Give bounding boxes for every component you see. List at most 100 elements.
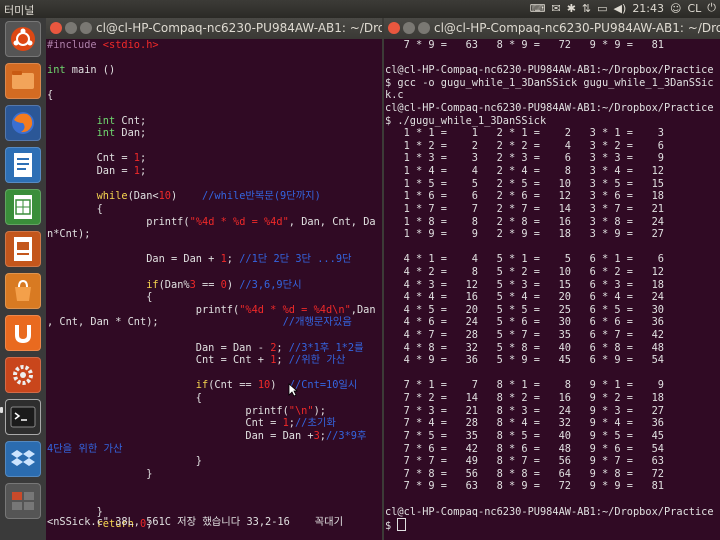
code-token: ) (171, 190, 203, 203)
code-token: Dan; (115, 127, 147, 140)
code-token: //위한 가산 (288, 354, 346, 367)
power-icon[interactable]: ⏻ (707, 1, 716, 15)
firefox-icon[interactable] (5, 105, 41, 141)
code-token: Cnt; (115, 114, 147, 127)
dropbox-icon[interactable] (5, 441, 41, 477)
volume-icon[interactable]: ◀) (614, 2, 627, 15)
code-token: //3,6,9단시 (239, 278, 302, 291)
battery-icon[interactable]: ▭ (597, 2, 607, 15)
window-titlebar[interactable]: cl@cl-HP-Compaq-nc6230-PU984AW-AB1: ~/Dr… (46, 18, 382, 39)
code-line: Cnt = 1;//초기화 (47, 417, 381, 430)
code-line: n*Cnt); (47, 228, 381, 241)
editor-terminal-window[interactable]: cl@cl-HP-Compaq-nc6230-PU984AW-AB1: ~/Dr… (46, 18, 382, 540)
output-line: $ ./gugu_while_1_3DanSSick (385, 114, 547, 127)
text-cursor (397, 518, 407, 532)
window-title: cl@cl-HP-Compaq-nc6230-PU984AW-AB1: ~/Dr… (96, 21, 382, 35)
code-token: ; (226, 253, 240, 266)
mouse-pointer-icon (288, 383, 298, 397)
minimize-button[interactable] (403, 22, 415, 34)
code-token: "%4d * %d = %4d\n" (239, 303, 351, 316)
code-token: { (47, 291, 153, 304)
output-line: 1 * 1 = 1 2 * 1 = 2 3 * 1 = 3 (385, 127, 664, 140)
code-token: //1단 2단 3단 ...9단 (239, 253, 352, 266)
code-token: ) (226, 278, 240, 291)
code-token: { (47, 89, 54, 102)
output-terminal-window[interactable]: cl@cl-HP-Compaq-nc6230-PU984AW-AB1: ~/Dr… (384, 18, 720, 540)
code-line: Dan = 1; (47, 165, 381, 178)
code-line: } (47, 455, 381, 468)
code-token: "%4d * %d = %4d" (189, 215, 289, 228)
output-line: 4 * 4 = 16 5 * 4 = 20 6 * 4 = 24 (385, 291, 664, 304)
indicator-tray: ⌨ ✉ ✱ ⇅ ▭ ◀) 21:43 ☺ CL ⏻ (530, 1, 716, 15)
code-editor[interactable]: #include <stdio.h> int main (){ int Cnt; … (46, 39, 382, 531)
code-token: while (96, 190, 128, 203)
code-line: } (47, 468, 381, 481)
code-line: printf("%4d * %d = %4d", Dan, Cnt, Da (47, 216, 381, 229)
maximize-button[interactable] (418, 22, 430, 34)
code-token: 4단을 위한 가산 (47, 442, 123, 455)
minimize-button[interactable] (65, 22, 77, 34)
ubuntu-one-icon[interactable] (5, 315, 41, 351)
output-line: 7 * 2 = 14 8 * 2 = 16 9 * 2 = 18 (385, 392, 664, 405)
code-token: int (96, 127, 116, 140)
keyboard-icon[interactable]: ⌨ (530, 2, 546, 15)
window-titlebar[interactable]: cl@cl-HP-Compaq-nc6230-PU984AW-AB1: ~/Dr… (384, 18, 720, 39)
code-token: Cnt = (47, 152, 134, 165)
impress-icon[interactable] (5, 231, 41, 267)
code-token: int (47, 64, 66, 77)
code-token: //Cnt=10일시 (288, 379, 358, 392)
code-line: { (47, 203, 381, 216)
user-icon[interactable]: ☺ (670, 2, 681, 15)
terminal-output[interactable]: 7 * 9 = 63 8 * 9 = 72 9 * 9 = 81 cl@cl-HP… (384, 39, 720, 532)
writer-icon[interactable] (5, 147, 41, 183)
code-token: Cnt = Cnt + (47, 354, 271, 367)
mail-icon[interactable]: ✉ (551, 2, 560, 15)
code-line: { (47, 291, 381, 304)
code-line: printf("\n"); (47, 405, 381, 418)
close-button[interactable] (388, 22, 400, 34)
clock[interactable]: 21:43 (632, 2, 664, 15)
code-token: //3*1후 1*2를 (288, 341, 364, 354)
user-name[interactable]: CL (687, 2, 701, 15)
workspace-switcher-icon[interactable] (5, 483, 41, 519)
network-icon[interactable]: ⇅ (582, 2, 591, 15)
status-position: 33,2-16 (246, 516, 290, 528)
running-indicator (0, 407, 3, 413)
close-button[interactable] (50, 22, 62, 34)
code-token: } (47, 467, 153, 480)
bluetooth-icon[interactable]: ✱ (567, 2, 576, 15)
files-icon[interactable] (5, 63, 41, 99)
code-line: Dan = Dan - 2; //3*1후 1*2를 (47, 342, 381, 355)
output-line: 7 * 9 = 63 8 * 9 = 72 9 * 9 = 81 (385, 480, 664, 493)
code-token: #include (47, 39, 103, 51)
ubuntu-dash-icon[interactable] (5, 21, 41, 57)
software-center-icon[interactable] (5, 273, 41, 309)
code-token: printf( (47, 303, 240, 316)
terminal-icon[interactable] (5, 399, 41, 435)
code-token: Dan = Dan - (47, 341, 271, 354)
code-line: if(Dan%3 == 0) //3,6,9단시 (47, 279, 381, 292)
code-token: (Dan% (158, 278, 190, 291)
code-line: if(Cnt == 10) //Cnt=10일시 (47, 379, 381, 392)
output-line: 1 * 3 = 3 2 * 3 = 6 3 * 3 = 9 (385, 152, 664, 165)
maximize-button[interactable] (80, 22, 92, 34)
calc-icon[interactable] (5, 189, 41, 225)
system-settings-icon[interactable] (5, 357, 41, 393)
code-line: int Dan; (47, 127, 381, 140)
output-line: cl@cl-HP-Compaq-nc6230-PU984AW-AB1:~/Dro… (385, 505, 714, 518)
code-token: ; (140, 165, 147, 178)
code-line: Dan = Dan +3;//3*9후 (47, 430, 381, 443)
code-token: 10 (257, 379, 271, 392)
code-line: printf("%4d * %d = %4d\n",Dan (47, 304, 381, 317)
output-line: 7 * 9 = 63 8 * 9 = 72 9 * 9 = 81 (385, 39, 664, 51)
